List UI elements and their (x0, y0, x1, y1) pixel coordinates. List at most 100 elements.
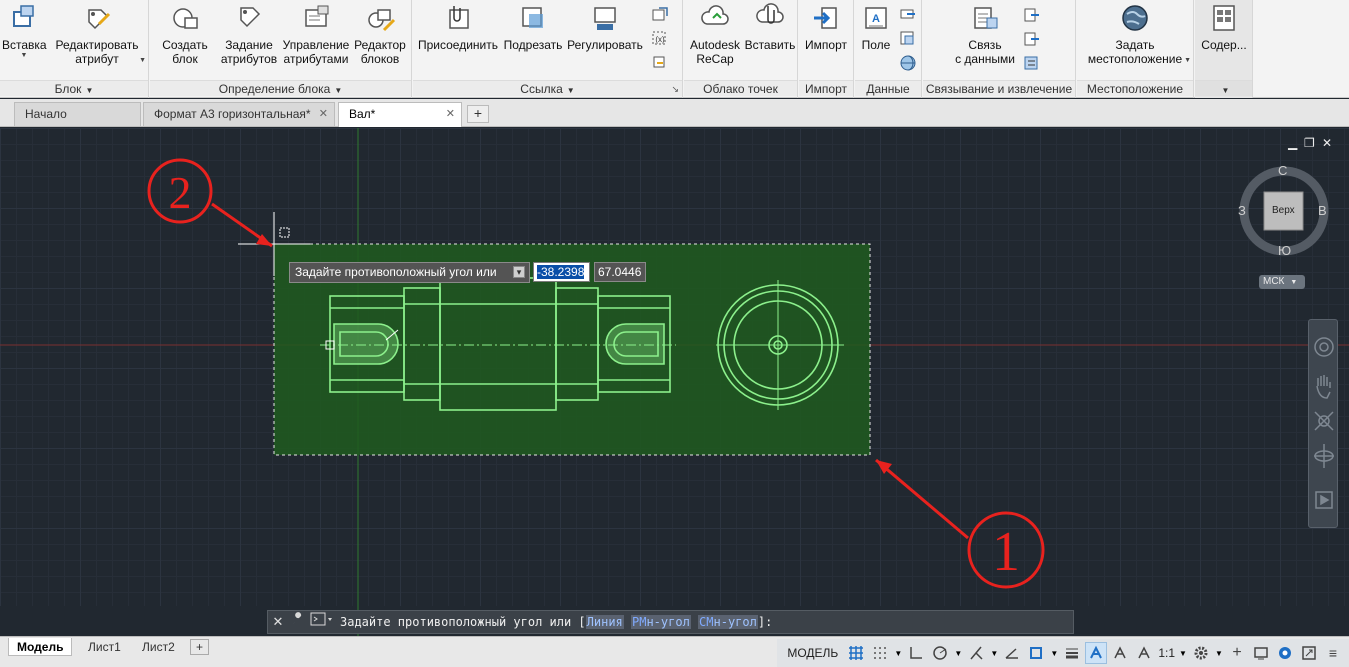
set-location-button[interactable]: Задать местоположение ▼ (1085, 2, 1191, 66)
isolate-objects-icon[interactable] (1274, 642, 1296, 664)
layout-tab-sheet1[interactable]: Лист1 (80, 638, 129, 656)
pan-hand-icon[interactable] (1316, 375, 1331, 399)
ole-object-icon[interactable] (899, 30, 917, 48)
create-block-button[interactable]: Создать блок (160, 2, 210, 66)
define-attributes-button[interactable]: Задание атрибутов (220, 2, 278, 66)
autodesk-recap-button[interactable]: Autodesk ReCap (687, 2, 743, 66)
new-tab-button[interactable]: + (467, 105, 489, 123)
chevron-down-icon[interactable]: ▼ (1214, 642, 1224, 664)
annotation-scale-icon[interactable] (1133, 642, 1155, 664)
options-dropdown-icon[interactable]: ▾ (513, 266, 525, 278)
auto-scale-icon[interactable] (1109, 642, 1131, 664)
hyperlink-globe-icon[interactable] (899, 54, 917, 72)
gear-icon[interactable] (1190, 642, 1212, 664)
command-option-rm-polygon[interactable]: РМн-угол (631, 615, 691, 629)
close-icon[interactable]: ✕ (268, 611, 288, 633)
underlay-layers-icon[interactable] (651, 54, 669, 72)
orbit-icon[interactable] (1314, 444, 1334, 468)
plus-icon[interactable]: + (1226, 642, 1248, 664)
panel-location: Задать местоположение ▼ Местоположение (1077, 0, 1194, 98)
tab-val[interactable]: Вал* ✕ (338, 102, 462, 127)
customization-menu-icon[interactable]: ≡ (1322, 642, 1344, 664)
extract-data-icon[interactable] (1023, 6, 1041, 24)
polar-tracking-icon[interactable] (929, 642, 951, 664)
dynamic-input-y-field[interactable]: 67.0446 (594, 262, 646, 282)
isometric-drafting-icon[interactable] (965, 642, 987, 664)
svg-text:2: 2 (169, 167, 192, 218)
panel-title-block[interactable]: Блок ▼ (0, 80, 148, 96)
annotation-scale-value[interactable]: 1:1 (1158, 646, 1175, 660)
panel-title-reference[interactable]: Ссылка ▼ ↘ (413, 80, 682, 96)
attach-button[interactable]: Присоединить (417, 2, 499, 52)
grid-icon[interactable] (845, 642, 867, 664)
panel-point-cloud: Autodesk ReCap Вставить Облако точек (684, 0, 798, 98)
restore-icon[interactable]: ❐ (1304, 136, 1315, 150)
ucs-menu[interactable]: МСК ▼ (1259, 275, 1305, 289)
chevron-down-icon[interactable]: ▼ (1049, 642, 1059, 664)
snap-to-underlays-icon[interactable]: (x) (651, 30, 669, 48)
chevron-down-icon: ▼ (566, 86, 575, 95)
close-icon[interactable]: ✕ (1322, 136, 1332, 150)
block-editor-icon (368, 9, 396, 32)
viewcube-north[interactable]: С (1278, 163, 1287, 178)
hardware-acceleration-icon[interactable] (1250, 642, 1272, 664)
panel-title-import: Импорт (799, 80, 853, 96)
object-snap-tracking-icon[interactable] (1001, 642, 1023, 664)
command-history-icon[interactable] (308, 611, 336, 633)
snap-mode-icon[interactable] (869, 642, 891, 664)
chevron-down-icon[interactable]: ▼ (989, 642, 999, 664)
layout-tab-model[interactable]: Модель (8, 638, 73, 656)
command-line[interactable]: ✕ Задайте противоположный угол или [Лини… (267, 610, 1074, 634)
chevron-down-icon[interactable]: ▼ (1178, 642, 1188, 664)
point-cloud-attach-icon (756, 3, 784, 24)
dialog-launcher-icon[interactable]: ↘ (671, 81, 679, 97)
dynamic-input-x-field[interactable]: -38.2398 (533, 262, 590, 282)
svg-text:1: 1 (992, 521, 1020, 583)
object-snap-icon[interactable] (1025, 642, 1047, 664)
steering-wheel-icon[interactable] (1314, 337, 1334, 357)
ortho-mode-icon[interactable] (905, 642, 927, 664)
panel-title-content[interactable]: ▼ (1195, 80, 1252, 96)
lineweight-icon[interactable] (1061, 642, 1083, 664)
insert-button[interactable]: Вставка ▼ (2, 2, 47, 60)
data-link-button[interactable]: Связь с данными (947, 2, 1023, 66)
clip-button[interactable]: Подрезать (503, 2, 563, 52)
layout-tab-sheet2[interactable]: Лист2 (134, 638, 183, 656)
edit-attribute-button[interactable]: Редактировать атрибут ▼ (54, 2, 146, 66)
full-screen-icon[interactable] (1298, 642, 1320, 664)
panel-title-block-definition[interactable]: Определение блока ▼ (150, 80, 411, 96)
point-cloud-insert-button[interactable]: Вставить (744, 2, 796, 52)
new-layout-button[interactable]: + (190, 639, 210, 655)
field-button[interactable]: A Поле (857, 2, 895, 52)
viewcube-east[interactable]: В (1318, 203, 1327, 218)
chevron-down-icon[interactable]: ▼ (953, 642, 963, 664)
tab-format-a3[interactable]: Формат А3 горизонтальная* ✕ (143, 102, 335, 126)
viewcube-south[interactable]: Ю (1278, 243, 1291, 258)
annotation-visibility-icon[interactable] (1085, 642, 1108, 664)
adjust-button[interactable]: Регулировать (565, 2, 645, 52)
import-button[interactable]: Импорт (801, 2, 851, 52)
command-option-line[interactable]: Линия (585, 615, 624, 629)
svg-text:(x): (x) (655, 35, 665, 44)
autocad-window: Вставка ▼ Редактировать атрибут ▼ Блок ▼ … (0, 0, 1349, 667)
manage-attributes-button[interactable]: Управление атрибутами (281, 2, 351, 66)
viewcube-west[interactable]: З (1238, 203, 1246, 218)
download-from-source-icon[interactable] (1023, 54, 1041, 72)
close-icon[interactable]: ✕ (319, 103, 328, 125)
svg-text:A: A (872, 13, 880, 25)
close-icon[interactable]: ✕ (446, 103, 455, 125)
file-tab-bar: Начало Формат А3 горизонтальная* ✕ Вал* … (0, 99, 1349, 127)
frames-icon[interactable] (651, 6, 669, 24)
update-fields-icon[interactable] (899, 6, 917, 24)
zoom-extents-icon[interactable] (1314, 411, 1334, 431)
model-space-toggle[interactable]: МОДЕЛЬ (787, 646, 838, 660)
upload-to-source-icon[interactable] (1023, 30, 1041, 48)
wrench-icon[interactable] (288, 611, 308, 633)
chevron-down-icon[interactable]: ▼ (893, 642, 903, 664)
minimize-icon[interactable]: ▁ (1288, 136, 1297, 150)
command-option-sm-polygon[interactable]: СМн-угол (698, 615, 758, 629)
content-button[interactable]: Содер... (1197, 2, 1251, 52)
import-icon (814, 7, 837, 29)
tab-start[interactable]: Начало (14, 102, 141, 126)
block-editor-button[interactable]: Редактор блоков (352, 2, 408, 66)
